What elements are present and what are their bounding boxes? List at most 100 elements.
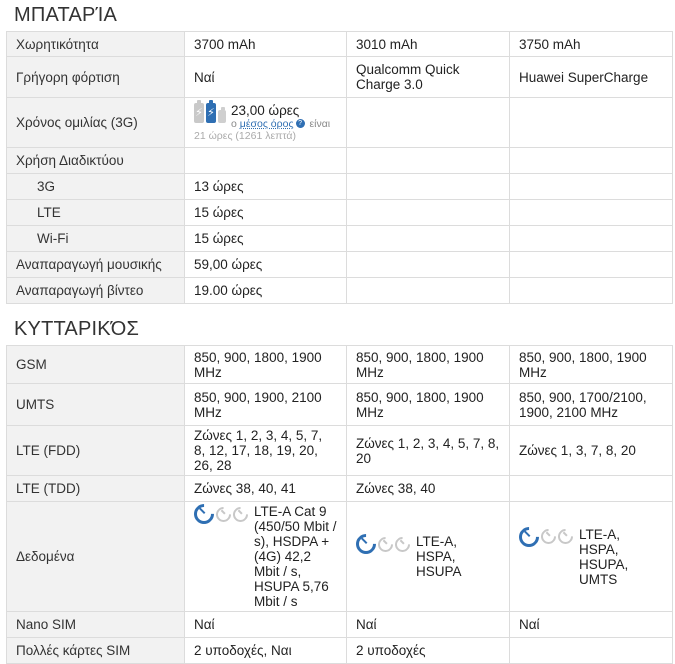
- talk-time-sub-suffix: είναι: [309, 118, 331, 130]
- row-label-music: Αναπαραγωγή μουσικής: [6, 251, 185, 278]
- cell-value: Ναί: [184, 56, 347, 98]
- cell-value: 2 υποδοχές, Ναι: [184, 637, 347, 664]
- cell-value: LTE-A, HSPA, HSUPA, UMTS: [509, 501, 673, 612]
- cell-value: Ζώνες 38, 40, 41: [184, 475, 347, 502]
- speed-gauge-icon: [391, 533, 414, 555]
- cellular-spec-table: GSM 850, 900, 1800, 1900 MHz 850, 900, 1…: [6, 345, 673, 664]
- battery-icon: ⚡ ⚡: [194, 100, 226, 123]
- row-label-fast-charge: Γρήγορη φόρτιση: [6, 56, 185, 98]
- cell-value: Ζώνες 1, 2, 3, 4, 5, 7, 8, 12, 17, 18, 1…: [184, 425, 347, 476]
- cell-value: 850, 900, 1900, 2100 MHz: [184, 383, 347, 426]
- speed-gauge-icon: [554, 525, 577, 548]
- row-label-data: Δεδομένα: [6, 501, 185, 612]
- table-row: LTE (FDD) Ζώνες 1, 2, 3, 4, 5, 7, 8, 12,…: [6, 425, 673, 476]
- speed-gauge-icon: [189, 499, 219, 529]
- cell-value: [346, 251, 510, 278]
- battery-charge-icon: ⚡: [194, 100, 204, 123]
- table-row: UMTS 850, 900, 1900, 2100 MHz 850, 900, …: [6, 383, 673, 426]
- table-row: Χρόνος ομιλίας (3G) ⚡ ⚡ 23,00 ώρες ο μέσ…: [6, 97, 673, 148]
- speed-gauge-icon: [537, 525, 560, 548]
- speed-gauge-icon: [351, 529, 414, 559]
- speed-gauge-icon: [189, 499, 252, 529]
- battery-charge-icon: ⚡: [206, 100, 216, 123]
- cell-value: 850, 900, 1800, 1900 MHz: [509, 345, 673, 384]
- battery-section-title: ΜΠΑΤΑΡΊΑ: [14, 4, 117, 26]
- row-label-video: Αναπαραγωγή βίντεο: [6, 277, 185, 304]
- talk-time-sub-prefix: ο: [231, 118, 237, 130]
- cell-value: 850, 900, 1700/2100, 1900, 2100 MHz: [509, 383, 673, 426]
- cell-value: [184, 147, 347, 174]
- cell-value: [346, 225, 510, 252]
- table-row: Χρήση Διαδικτύου: [6, 147, 673, 174]
- question-icon[interactable]: ?: [295, 119, 305, 128]
- table-row: GSM 850, 900, 1800, 1900 MHz 850, 900, 1…: [6, 345, 673, 384]
- table-row: LTE (TDD) Ζώνες 38, 40, 41 Ζώνες 38, 40: [6, 475, 673, 502]
- data-speeds: LTE-A, HSPA, HSUPA: [416, 534, 462, 579]
- row-label-talk-time: Χρόνος ομιλίας (3G): [6, 97, 185, 148]
- cell-value: LTE-A, HSPA, HSUPA: [346, 501, 510, 612]
- cell-value: [509, 475, 673, 502]
- row-label-capacity: Χωρητικότητα: [6, 31, 185, 57]
- cell-value: Ζώνες 1, 3, 7, 8, 20: [509, 425, 673, 476]
- speed-gauge-icon: [374, 533, 397, 555]
- talk-time-average: 21 ώρες (1261 λεπτά): [194, 130, 296, 142]
- row-label-gsm: GSM: [6, 345, 185, 384]
- data-speeds: LTE-A Cat 9 (450/50 Mbit / s), HSDPA + (…: [254, 504, 337, 609]
- row-label-lte-fdd: LTE (FDD): [6, 425, 185, 476]
- talk-time-value: 23,00 ώρες: [231, 103, 300, 118]
- speed-gauge-icon: [212, 503, 235, 525]
- speed-gauge-icon: [351, 529, 381, 559]
- cell-value: Qualcomm Quick Charge 3.0: [346, 56, 510, 98]
- average-link[interactable]: μέσος όρος: [240, 118, 294, 130]
- row-label-lte: LTE: [6, 199, 185, 226]
- cell-value: 3700 mAh: [184, 31, 347, 57]
- battery-spec-table: Χωρητικότητα 3700 mAh 3010 mAh 3750 mAh …: [6, 31, 673, 304]
- cell-value: 15 ώρες: [184, 225, 347, 252]
- row-label-wifi: Wi-Fi: [6, 225, 185, 252]
- table-row: Wi-Fi 15 ώρες: [6, 225, 673, 252]
- table-row: Πολλές κάρτες SIM 2 υποδοχές, Ναι 2 υποδ…: [6, 637, 673, 664]
- cell-value: [509, 173, 673, 200]
- cell-value: [509, 199, 673, 226]
- cell-value: 850, 900, 1800, 1900 MHz: [346, 383, 510, 426]
- cell-value: 850, 900, 1800, 1900 MHz: [184, 345, 347, 384]
- cell-value: Huawei SuperCharge: [509, 56, 673, 98]
- cell-value: [509, 637, 673, 664]
- cell-value: 2 υποδοχές: [346, 637, 510, 664]
- cell-value: [346, 173, 510, 200]
- cell-value: [346, 277, 510, 304]
- row-label-umts: UMTS: [6, 383, 185, 426]
- cell-talk-time: ⚡ ⚡ 23,00 ώρες ο μέσος όρος? είναι 21 ώρ…: [184, 97, 347, 148]
- data-speeds: LTE-A, HSPA, HSUPA, UMTS: [579, 526, 629, 587]
- table-row: Δεδομένα LTE-A Cat 9 (450/50 Mbit / s), …: [6, 499, 673, 612]
- speed-gauge-icon: [514, 522, 577, 551]
- cell-value: [509, 225, 673, 252]
- cell-value: [346, 147, 510, 174]
- cell-value: [509, 251, 673, 278]
- table-row: LTE 15 ώρες: [6, 199, 673, 226]
- cell-value: 19.00 ώρες: [184, 277, 347, 304]
- cell-value: 3750 mAh: [509, 31, 673, 57]
- table-row: Αναπαραγωγή μουσικής 59,00 ώρες: [6, 251, 673, 278]
- cell-value: [346, 199, 510, 226]
- cell-value: [509, 147, 673, 174]
- cell-value: 3010 mAh: [346, 31, 510, 57]
- row-label-internet: Χρήση Διαδικτύου: [6, 147, 185, 174]
- cell-value: [509, 277, 673, 304]
- battery-icon: [218, 107, 226, 123]
- cell-value: 15 ώρες: [184, 199, 347, 226]
- cell-value: Ζώνες 38, 40: [346, 475, 510, 502]
- table-row: Χωρητικότητα 3700 mAh 3010 mAh 3750 mAh: [6, 31, 673, 57]
- cell-value: [509, 97, 673, 148]
- cell-value: Ζώνες 1, 2, 3, 4, 5, 7, 8, 20: [346, 425, 510, 476]
- cellular-section-title: ΚΥΤΤΑΡΙΚΌΣ: [14, 318, 140, 340]
- table-row: Γρήγορη φόρτιση Ναί Qualcomm Quick Charg…: [6, 56, 673, 98]
- cell-value: LTE-A Cat 9 (450/50 Mbit / s), HSDPA + (…: [184, 499, 347, 612]
- row-label-3g: 3G: [6, 173, 185, 200]
- cell-value: 59,00 ώρες: [184, 251, 347, 278]
- cell-value: 850, 900, 1800, 1900 MHz: [346, 345, 510, 384]
- speed-gauge-icon: [514, 522, 544, 551]
- cell-value: [346, 97, 510, 148]
- table-row: Αναπαραγωγή βίντεο 19.00 ώρες: [6, 277, 673, 304]
- row-label-lte-tdd: LTE (TDD): [6, 475, 185, 502]
